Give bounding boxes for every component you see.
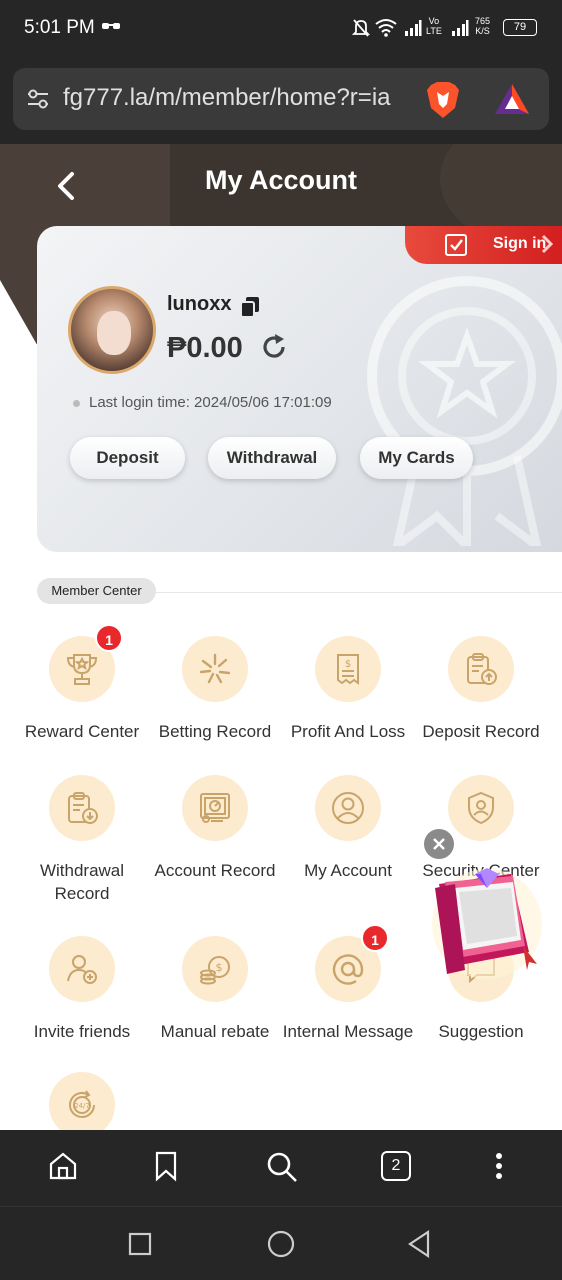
badge-watermark: [367, 276, 562, 546]
menu-item-label: Withdrawal Record: [39, 861, 125, 903]
status-bar: 5:01 PM Vo LTE 765 K/S 79: [0, 0, 562, 58]
more-options-icon[interactable]: [492, 1150, 506, 1187]
last-login-time: Last login time: 2024/05/06 17:01:09: [73, 394, 332, 411]
menu-item-account-record[interactable]: Account Record: [145, 775, 285, 882]
brave-shield-icon[interactable]: [425, 80, 461, 125]
sign-in-button[interactable]: Sign in: [405, 226, 562, 264]
volte-indicator: Vo LTE: [426, 16, 442, 36]
refresh-icon[interactable]: [259, 332, 289, 367]
menu-item-label: Reward Center: [24, 722, 140, 741]
glasses-icon: [101, 20, 121, 36]
username: lunoxx: [167, 293, 232, 315]
menu-item-my-account[interactable]: My Account: [278, 775, 418, 882]
menu-item-label: Invite friends: [33, 1022, 131, 1041]
menu-item-customer-service[interactable]: 24/7: [12, 1072, 152, 1138]
sparkle-icon: [199, 653, 231, 684]
svg-text:24/7: 24/7: [74, 1102, 90, 1110]
support-247-icon: 24/7: [69, 1090, 95, 1118]
clipboard-download-icon: [68, 792, 98, 824]
home-icon[interactable]: [47, 1150, 79, 1187]
copy-icon[interactable]: [240, 296, 260, 323]
notification-badge: 1: [95, 624, 123, 652]
mute-icon: [351, 18, 371, 41]
back-triangle-icon[interactable]: [406, 1229, 432, 1264]
menu-item-profit-and-loss[interactable]: $ Profit And Loss: [278, 636, 418, 743]
brave-rewards-icon[interactable]: [493, 82, 531, 121]
signal-icon-1: [404, 19, 422, 40]
svg-text:$: $: [216, 961, 223, 974]
menu-item-label: Suggestion: [438, 1022, 524, 1041]
bookmark-icon[interactable]: [153, 1150, 179, 1187]
browser-address-area: fg777.la/m/member/home?r=ia: [0, 58, 562, 144]
menu-item-internal-message[interactable]: 1 Internal Message: [278, 924, 418, 1043]
browser-toolbar: 2: [0, 1130, 562, 1206]
menu-item-label: Internal Message: [282, 1022, 414, 1041]
signal-icon-2: [451, 19, 469, 40]
close-promo-button[interactable]: [424, 829, 454, 859]
trophy-icon: [66, 654, 98, 685]
account-card: Sign in lunoxx ₱0.00 Last login time: 20…: [37, 226, 562, 552]
member-center-label: Member Center: [37, 578, 156, 604]
menu-item-label: Betting Record: [158, 722, 272, 741]
menu-item-betting-record[interactable]: Betting Record: [145, 636, 285, 743]
home-circle-icon[interactable]: [266, 1229, 296, 1264]
network-speed: 765 K/S: [475, 16, 491, 36]
menu-item-label: My Account: [304, 861, 392, 880]
menu-item-label: Profit And Loss: [290, 722, 406, 741]
at-icon: [332, 954, 364, 985]
avatar-face: [97, 311, 131, 355]
recents-icon[interactable]: [128, 1232, 152, 1261]
clipboard-upload-icon: [467, 653, 497, 685]
wallet-balance: ₱0.00: [167, 332, 243, 364]
battery-indicator: 79: [503, 19, 537, 36]
page-title: My Account: [204, 165, 357, 195]
checkbox-icon: [445, 234, 467, 256]
menu-item-invite-friends[interactable]: Invite friends: [12, 936, 152, 1043]
menu-item-label: Deposit Record: [422, 722, 540, 741]
menu-item-deposit-record[interactable]: Deposit Record: [411, 636, 551, 743]
system-nav-bar: [0, 1206, 562, 1280]
add-user-icon: [67, 955, 97, 984]
chevron-right-icon: [539, 232, 555, 262]
my-cards-button[interactable]: My Cards: [360, 437, 473, 479]
tab-switcher-button[interactable]: 2: [381, 1151, 411, 1181]
menu-item-withdrawal-record[interactable]: Withdrawal Record: [12, 775, 152, 905]
address-bar[interactable]: fg777.la/m/member/home?r=ia: [13, 68, 549, 130]
shield-user-icon: [468, 791, 494, 825]
avatar[interactable]: [68, 286, 156, 374]
menu-item-manual-rebate[interactable]: $ Manual rebate: [145, 936, 285, 1043]
status-time: 5:01 PM: [24, 17, 95, 38]
receipt-icon: $: [337, 654, 359, 685]
search-icon[interactable]: [265, 1150, 299, 1189]
chart-board-icon: [200, 793, 230, 823]
withdrawal-button[interactable]: Withdrawal: [208, 437, 336, 479]
url-text[interactable]: fg777.la/m/member/home?r=ia: [63, 84, 423, 112]
deposit-button[interactable]: Deposit: [70, 437, 185, 479]
menu-item-reward-center[interactable]: 1 Reward Center: [12, 624, 152, 743]
promo-book-icon[interactable]: [425, 866, 543, 984]
svg-text:$: $: [345, 659, 351, 670]
user-icon: [332, 792, 364, 824]
bullet-dot: [73, 399, 80, 407]
menu-item-label: Account Record: [154, 861, 276, 880]
coins-icon: $: [200, 956, 230, 985]
section-divider: [155, 592, 562, 593]
wifi-icon: [374, 17, 398, 40]
notification-badge: 1: [361, 924, 389, 952]
site-settings-icon[interactable]: [25, 86, 51, 117]
menu-item-label: Manual rebate: [160, 1022, 270, 1041]
